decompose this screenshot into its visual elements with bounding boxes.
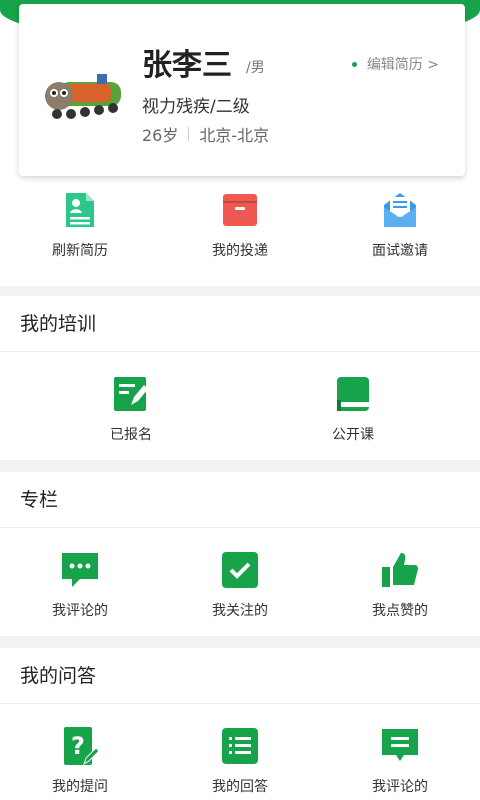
quick-actions: 刷新简历 我的投递 面试邀请: [0, 190, 480, 286]
training-section: 我的培训 已报名 公开课: [0, 296, 480, 460]
refresh-resume-button[interactable]: 刷新简历: [0, 190, 160, 286]
envelope-icon: [380, 190, 420, 230]
user-age: 26岁: [142, 126, 179, 145]
my-likes-label: 我点赞的: [372, 603, 428, 619]
thumbs-up-icon: [380, 550, 420, 590]
disability-info: 视力残疾/二级: [142, 97, 250, 117]
enrolled-label: 已报名: [110, 427, 152, 443]
refresh-resume-label: 刷新简历: [52, 243, 108, 259]
open-course-button[interactable]: 公开课: [242, 374, 464, 444]
column-section: 专栏 我评论的 我关注的 我点赞的: [0, 472, 480, 636]
interview-invite-label: 面试邀请: [372, 243, 428, 259]
answer-list-icon: [220, 726, 260, 766]
signup-edit-icon: [111, 374, 151, 414]
training-grid: 已报名 公开课: [0, 352, 480, 444]
inbox-icon: [220, 190, 260, 230]
comment-icon: [60, 550, 100, 590]
edit-resume-label: 编辑简历 >: [366, 57, 439, 73]
column-grid: 我评论的 我关注的 我点赞的: [0, 528, 480, 620]
qa-my-comments-label: 我评论的: [372, 779, 428, 795]
my-applications-button[interactable]: 我的投递: [160, 190, 320, 286]
my-likes-button[interactable]: 我点赞的: [320, 550, 480, 620]
user-location: 北京-北京: [199, 126, 270, 145]
svg-text:?: ?: [71, 732, 85, 760]
my-questions-button[interactable]: ? 我的提问: [0, 726, 160, 796]
qa-my-comments-button[interactable]: 我评论的: [320, 726, 480, 796]
book-icon: [333, 374, 373, 414]
check-icon: [220, 550, 260, 590]
training-title: 我的培训: [0, 296, 480, 352]
my-applications-label: 我的投递: [212, 243, 268, 259]
my-answers-button[interactable]: 我的回答: [160, 726, 320, 796]
enrolled-button[interactable]: 已报名: [20, 374, 242, 444]
my-comments-button[interactable]: 我评论的: [0, 550, 160, 620]
avatar[interactable]: [37, 64, 129, 128]
my-answers-label: 我的回答: [212, 779, 268, 795]
user-gender: /男: [246, 60, 265, 76]
my-comments-label: 我评论的: [52, 603, 108, 619]
my-questions-label: 我的提问: [52, 779, 108, 795]
qa-grid: ? 我的提问 我的回答 我评论的: [0, 704, 480, 796]
info-divider: [188, 127, 190, 141]
user-name: 张李三: [142, 48, 232, 83]
my-follows-label: 我关注的: [212, 603, 268, 619]
interview-invite-button[interactable]: 面试邀请: [320, 190, 480, 286]
qa-section: 我的问答 ? 我的提问 我的回答 我评论的: [0, 648, 480, 800]
qa-title: 我的问答: [0, 648, 480, 704]
question-icon: ?: [60, 726, 100, 766]
column-title: 专栏: [0, 472, 480, 528]
resume-icon: [60, 190, 100, 230]
basic-info-row: 26岁 北京-北京: [142, 122, 269, 146]
comment-lines-icon: [380, 726, 420, 766]
profile-card: 张李三 /男 编辑简历 > 视力残疾/二级 26岁 北京-北京: [19, 4, 465, 176]
edit-resume-link[interactable]: 编辑简历 >: [351, 54, 439, 74]
open-course-label: 公开课: [332, 427, 374, 443]
my-follows-button[interactable]: 我关注的: [160, 550, 320, 620]
edit-dot-icon: [351, 61, 357, 67]
